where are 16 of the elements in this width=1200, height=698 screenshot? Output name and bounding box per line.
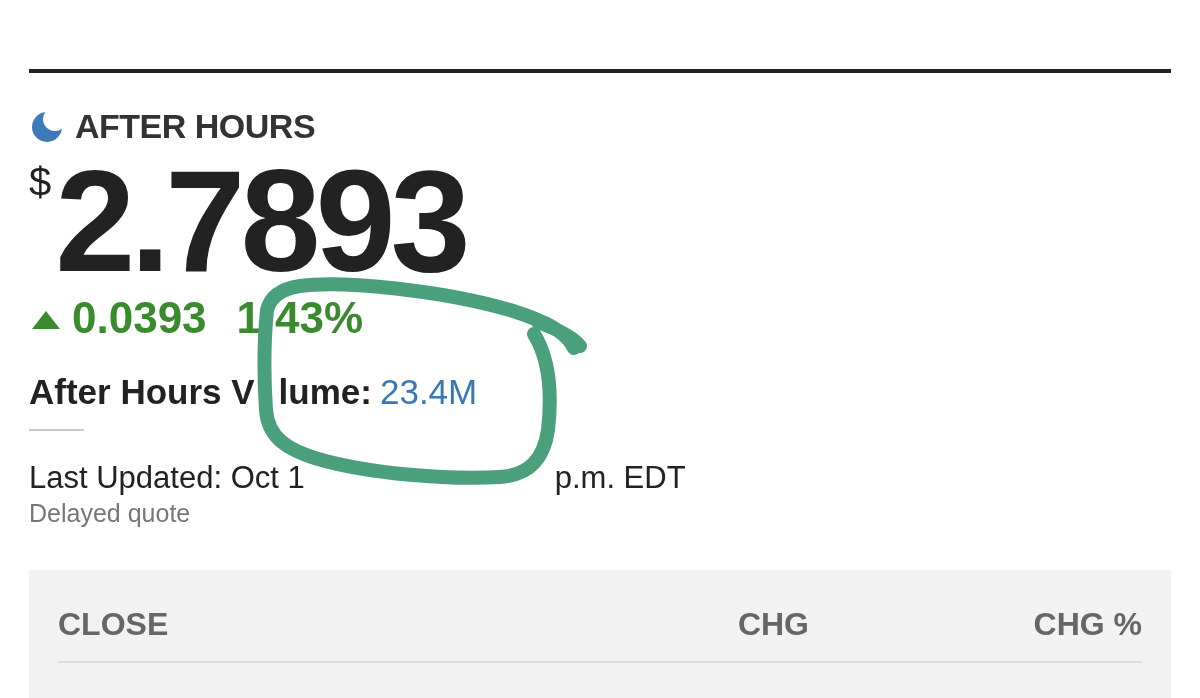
- volume-label: lume:: [278, 374, 372, 409]
- column-header: CHG %: [1033, 607, 1142, 641]
- column-header: CLOSE: [58, 607, 169, 641]
- delayed-quote-note: Delayed quote: [29, 501, 191, 526]
- percent-change: 43%: [275, 294, 364, 342]
- session-label: AFTER HOURS: [75, 109, 316, 144]
- last-updated-text: p.m. EDT: [554, 462, 686, 494]
- column-header: CHG: [737, 607, 809, 641]
- price-value: 2.7893: [55, 150, 466, 294]
- volume-value: 23.4M: [379, 374, 478, 409]
- volume-label: After Hours V: [29, 374, 255, 409]
- percent-change: 1: [236, 294, 262, 342]
- price-change: 0.0393: [72, 294, 207, 342]
- moon-icon: [32, 111, 62, 142]
- last-updated-text: Last Updated: Oct 1: [29, 462, 305, 494]
- currency-symbol: $: [29, 162, 52, 202]
